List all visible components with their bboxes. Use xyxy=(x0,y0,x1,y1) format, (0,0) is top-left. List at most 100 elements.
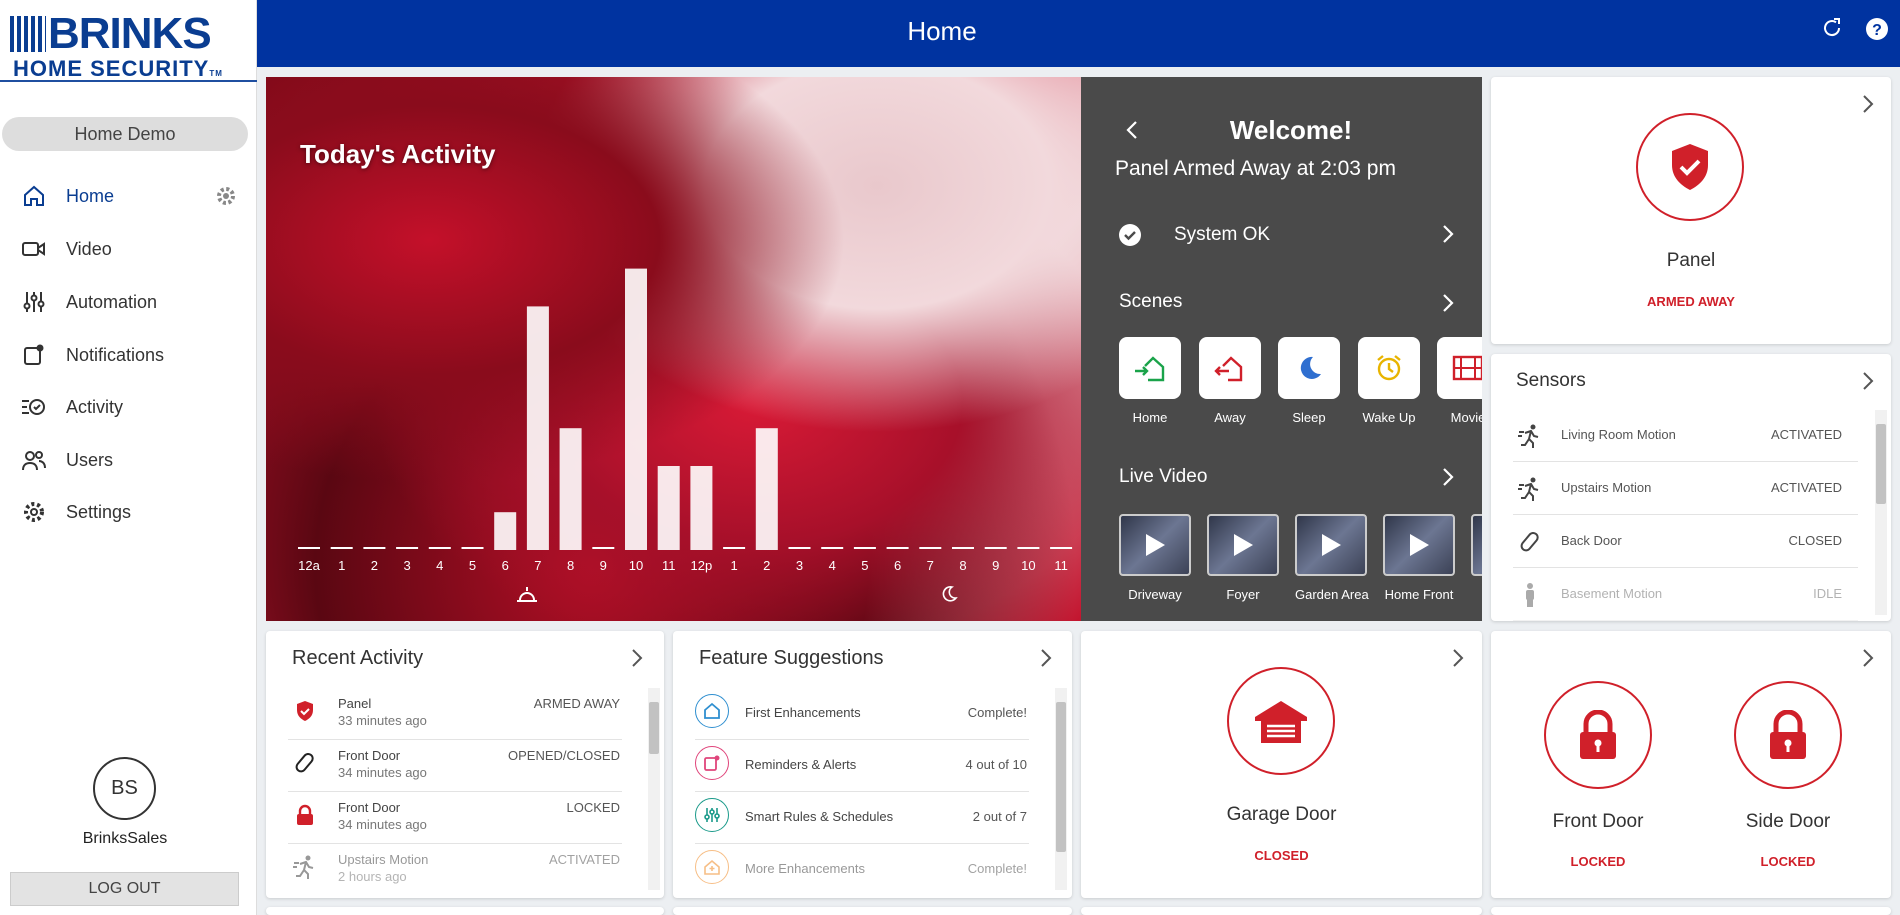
hour-tick-label: 7 xyxy=(927,558,934,573)
camera-driveway[interactable]: Driveway xyxy=(1119,514,1191,602)
video-icon xyxy=(20,235,48,263)
door-contact-icon xyxy=(1517,529,1543,555)
chevron-right-icon[interactable] xyxy=(1039,647,1055,669)
hour-tick-label: 9 xyxy=(600,558,607,573)
chevron-right-icon[interactable] xyxy=(1861,370,1877,392)
account-selector[interactable]: Home Demo xyxy=(2,117,248,151)
chevron-right-icon[interactable] xyxy=(1861,93,1877,115)
play-icon xyxy=(1295,514,1367,576)
recent-scrollbar[interactable] xyxy=(648,688,660,890)
recent-activity-card[interactable]: Recent Activity Panel 33 minutes ago ARM… xyxy=(266,631,664,898)
nav-item-users[interactable]: Users xyxy=(20,440,250,480)
hour-tick-label: 2 xyxy=(371,558,378,573)
nav-item-settings[interactable]: Settings xyxy=(20,492,250,532)
system-status-row[interactable]: System OK xyxy=(1119,217,1454,253)
feature-suggestions-card[interactable]: Feature Suggestions First Enhancements C… xyxy=(673,631,1072,898)
shield-icon xyxy=(292,698,318,724)
camera-foyer[interactable]: Foyer xyxy=(1207,514,1279,602)
scene-away[interactable]: Away xyxy=(1199,337,1261,425)
scene-wake-up[interactable]: Wake Up xyxy=(1358,337,1420,425)
feature-row[interactable]: More Enhancements Complete! xyxy=(695,844,1029,896)
scene-label: Away xyxy=(1214,410,1246,425)
camera-garden-area[interactable]: Garden Area xyxy=(1295,514,1369,602)
sensors-card[interactable]: Sensors Living Room Motion ACTIVATED Ups… xyxy=(1491,354,1891,621)
scene-label: Wake Up xyxy=(1362,410,1416,425)
sensor-state: CLOSED xyxy=(1788,533,1842,548)
activity-row[interactable]: Panel 33 minutes ago ARMED AWAY xyxy=(288,688,622,740)
sensor-row[interactable]: Basement Motion IDLE xyxy=(1513,569,1858,621)
users-icon xyxy=(20,446,48,474)
lock-side-door[interactable]: Side Door LOCKED xyxy=(1721,681,1861,881)
garage-icon xyxy=(1227,667,1335,775)
nav-item-notifications[interactable]: Notifications xyxy=(20,335,250,375)
activity-bar-empty xyxy=(330,547,353,549)
scene-sleep[interactable]: Sleep xyxy=(1278,337,1340,425)
garage-door-card[interactable]: Garage Door CLOSED xyxy=(1081,631,1482,898)
activity-row[interactable]: Upstairs Motion 2 hours ago ACTIVATED xyxy=(288,844,622,896)
next-row-card xyxy=(266,907,664,915)
sensor-row[interactable]: Living Room Motion ACTIVATED xyxy=(1513,410,1858,462)
hour-tick-label: 4 xyxy=(829,558,836,573)
home-settings-gear-icon[interactable] xyxy=(214,184,238,208)
feature-name: Smart Rules & Schedules xyxy=(745,809,894,824)
hour-tick-label: 3 xyxy=(403,558,410,573)
panel-card[interactable]: Panel ARMED AWAY xyxy=(1491,77,1891,344)
nav-item-video[interactable]: Video xyxy=(20,229,250,269)
sensor-name: Basement Motion xyxy=(1561,586,1663,601)
motion-icon xyxy=(1517,423,1543,449)
activity-icon xyxy=(20,393,48,421)
scene-home[interactable]: Home xyxy=(1119,337,1181,425)
nav-item-activity[interactable]: Activity xyxy=(20,387,250,427)
camera-partial[interactable]: S xyxy=(1471,514,1482,602)
feature-row[interactable]: Smart Rules & Schedules 2 out of 7 xyxy=(695,792,1029,844)
camera-label: Home Front xyxy=(1384,587,1454,602)
logout-button[interactable]: LOG OUT xyxy=(10,872,239,906)
activity-time: 2 hours ago xyxy=(338,869,407,884)
activity-row[interactable]: Front Door 34 minutes ago OPENED/CLOSED xyxy=(288,740,622,792)
activity-bar xyxy=(657,466,680,550)
camera-home-front[interactable]: Home Front xyxy=(1383,514,1455,602)
feature-row[interactable]: First Enhancements Complete! xyxy=(695,688,1029,740)
activity-row[interactable]: Front Door 34 minutes ago LOCKED xyxy=(288,792,622,844)
scene-label: Sleep xyxy=(1292,410,1326,425)
next-row-card xyxy=(1491,907,1891,915)
panel-status-text: Panel Armed Away at 2:03 pm xyxy=(1115,157,1396,180)
sensor-row[interactable]: Back Door CLOSED xyxy=(1513,516,1858,568)
nav-item-automation[interactable]: Automation xyxy=(20,282,250,322)
panel-state: ARMED AWAY xyxy=(1647,294,1735,309)
avatar[interactable]: BS xyxy=(93,757,156,820)
activity-time: 33 minutes ago xyxy=(338,713,427,728)
logout-label: LOG OUT xyxy=(88,880,161,897)
film-icon xyxy=(1437,337,1482,399)
garage-state: CLOSED xyxy=(1254,848,1309,863)
sensors-scrollbar[interactable] xyxy=(1875,410,1887,615)
chevron-right-icon[interactable] xyxy=(1861,647,1877,669)
nav-label-automation: Automation xyxy=(66,291,158,312)
locks-card[interactable]: Front Door LOCKED Side Door LOCKED xyxy=(1491,631,1891,898)
hour-tick-label: 8 xyxy=(567,558,574,573)
features-scrollbar[interactable] xyxy=(1055,688,1067,890)
chevron-right-icon[interactable] xyxy=(630,647,646,669)
scenes-chevron-right-icon[interactable] xyxy=(1442,292,1454,319)
lock-front-door[interactable]: Front Door LOCKED xyxy=(1531,681,1671,881)
activity-bar-empty xyxy=(952,547,974,549)
activity-bar-empty xyxy=(853,547,876,549)
sidebar: BRINKS HOME SECURITYTM Home Demo Home Vi… xyxy=(0,0,257,915)
feature-row[interactable]: Reminders & Alerts 4 out of 10 xyxy=(695,740,1029,792)
shield-icon xyxy=(1636,113,1744,221)
brinks-logo[interactable]: BRINKS HOME SECURITYTM xyxy=(0,6,257,82)
chevron-right-icon xyxy=(1442,223,1454,250)
sensor-row[interactable]: Upstairs Motion ACTIVATED xyxy=(1513,463,1858,515)
activity-bar-empty xyxy=(788,547,811,549)
feature-name: First Enhancements xyxy=(745,705,861,720)
hour-tick-label: 7 xyxy=(534,558,541,573)
scene-movie[interactable]: Movie xyxy=(1437,337,1482,425)
live-video-chevron-right-icon[interactable] xyxy=(1442,466,1454,493)
help-icon[interactable]: ? xyxy=(1864,16,1892,44)
todays-activity-card[interactable]: Today's Activity 12a 1 2 3 4 5 6 7 8 9 10 11 12p 1 2 3 4… xyxy=(266,77,1081,621)
camera-label: Garden Area xyxy=(1295,587,1369,602)
chevron-right-icon[interactable] xyxy=(1451,647,1467,669)
refresh-icon[interactable] xyxy=(1820,16,1848,44)
activity-state: OPENED/CLOSED xyxy=(508,748,620,763)
camera-label: Foyer xyxy=(1226,587,1260,602)
